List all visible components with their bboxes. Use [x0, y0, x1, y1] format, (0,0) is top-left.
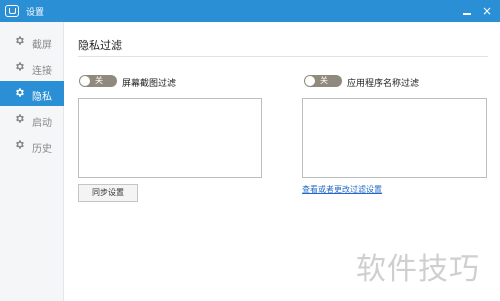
page-title: 隐私过滤	[78, 39, 122, 52]
window-title: 设置	[26, 8, 45, 18]
sync-settings-button[interactable]: 同步设置	[78, 184, 138, 202]
screen-filter-label: 屏幕截图过滤	[122, 79, 177, 89]
app-logo-icon	[5, 5, 19, 17]
title-divider	[78, 56, 488, 57]
toggle-knob	[80, 76, 90, 86]
sidebar-item-label: 启动	[32, 118, 52, 129]
minimize-button[interactable]	[459, 3, 475, 19]
screen-filter-list[interactable]	[78, 98, 262, 178]
toggle-state-label: 关	[320, 76, 328, 85]
sidebar-item-screenshot[interactable]: 截屏	[0, 29, 64, 54]
sidebar-item-label: 隐私	[32, 92, 52, 103]
app-filter-label: 应用程序名称过滤	[347, 79, 420, 89]
gear-icon	[16, 88, 24, 97]
gear-icon	[16, 36, 24, 45]
sidebar: 截屏 连接 隐私 启动 历史	[0, 22, 64, 301]
view-filter-settings-link[interactable]: 查看或者更改过滤设置	[302, 184, 382, 195]
title-bar: 设置 ×	[0, 0, 500, 22]
sidebar-item-label: 历史	[32, 144, 52, 155]
sidebar-item-label: 截屏	[32, 40, 52, 51]
sidebar-item-privacy[interactable]: 隐私	[0, 81, 64, 106]
toggle-state-label: 关	[95, 76, 103, 85]
gear-icon	[16, 140, 24, 149]
gear-icon	[16, 62, 24, 71]
sidebar-item-connection[interactable]: 连接	[0, 55, 64, 80]
sidebar-item-startup[interactable]: 启动	[0, 107, 64, 132]
sidebar-item-label: 连接	[32, 66, 52, 77]
gear-icon	[16, 114, 24, 123]
screen-filter-toggle[interactable]: 关	[79, 75, 117, 87]
watermark: 软件技巧	[356, 252, 480, 287]
close-button[interactable]: ×	[479, 3, 495, 19]
app-filter-toggle[interactable]: 关	[304, 75, 342, 87]
app-filter-list[interactable]	[302, 98, 487, 178]
toggle-knob	[305, 76, 315, 86]
sidebar-item-history[interactable]: 历史	[0, 133, 64, 158]
